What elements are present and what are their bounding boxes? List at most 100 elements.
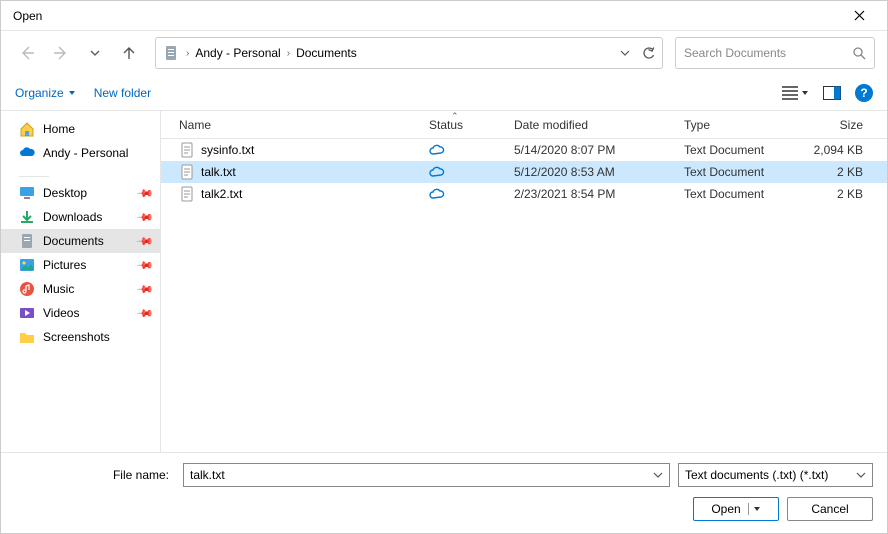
list-view-icon	[782, 86, 798, 100]
sidebar-item-home[interactable]: Home	[1, 117, 160, 141]
sidebar-item-label: Andy - Personal	[43, 146, 128, 160]
refresh-button[interactable]	[642, 46, 656, 60]
pin-icon: 📌	[136, 280, 155, 299]
file-name: sysinfo.txt	[201, 143, 254, 157]
file-date: 5/12/2020 8:53 AM	[506, 165, 676, 179]
titlebar: Open	[1, 1, 887, 31]
file-status	[421, 187, 506, 201]
sidebar-item-andy---personal[interactable]: Andy - Personal	[1, 141, 160, 165]
sidebar-item-documents[interactable]: Documents 📌	[1, 229, 160, 253]
new-folder-label: New folder	[94, 86, 151, 100]
file-size: 2 KB	[801, 187, 871, 201]
filename-combo[interactable]	[183, 463, 670, 487]
refresh-icon	[642, 46, 656, 60]
sidebar: HomeAndy - Personal Desktop📌Downloads📌Do…	[1, 111, 161, 452]
file-size: 2 KB	[801, 165, 871, 179]
address-bar[interactable]: › Andy - Personal › Documents	[155, 37, 663, 69]
file-size: 2,094 KB	[801, 143, 871, 157]
new-folder-button[interactable]: New folder	[94, 86, 151, 100]
close-icon	[854, 10, 865, 21]
arrow-up-icon	[121, 45, 137, 61]
back-button[interactable]	[13, 39, 41, 67]
column-type[interactable]: Type	[676, 118, 801, 132]
organize-menu[interactable]: Organize	[15, 86, 76, 100]
chevron-down-icon	[801, 89, 809, 97]
address-dropdown[interactable]	[620, 48, 630, 58]
column-size[interactable]: Size	[801, 118, 871, 132]
arrow-right-icon	[53, 45, 69, 61]
file-pane: Name ⌃ Status Date modified Type Size sy…	[161, 111, 887, 452]
sidebar-item-label: Pictures	[43, 258, 86, 272]
chevron-right-icon: ›	[287, 48, 290, 59]
sidebar-item-desktop[interactable]: Desktop 📌	[1, 181, 160, 205]
file-row[interactable]: sysinfo.txt 5/14/2020 8:07 PMText Documen…	[161, 139, 887, 161]
preview-pane-button[interactable]	[823, 86, 841, 100]
pin-icon: 📌	[136, 256, 155, 275]
forward-button[interactable]	[47, 39, 75, 67]
cancel-button-label: Cancel	[811, 502, 848, 516]
open-button[interactable]: Open	[693, 497, 779, 521]
file-row[interactable]: talk2.txt 2/23/2021 8:54 PMText Document2…	[161, 183, 887, 205]
file-status	[421, 143, 506, 157]
open-button-label: Open	[711, 502, 740, 516]
file-status	[421, 165, 506, 179]
help-button[interactable]: ?	[855, 84, 873, 102]
pin-icon: 📌	[136, 232, 155, 251]
breadcrumb-item[interactable]: Andy - Personal	[195, 46, 280, 60]
sidebar-item-label: Documents	[43, 234, 104, 248]
sidebar-item-downloads[interactable]: Downloads 📌	[1, 205, 160, 229]
file-list: sysinfo.txt5/14/2020 8:07 PMText Documen…	[161, 139, 887, 452]
main-area: HomeAndy - Personal Desktop📌Downloads📌Do…	[1, 111, 887, 452]
view-menu[interactable]	[782, 86, 809, 100]
sidebar-item-label: Downloads	[43, 210, 102, 224]
chevron-down-icon	[90, 48, 100, 58]
sidebar-item-label: Desktop	[43, 186, 87, 200]
pin-icon: 📌	[136, 184, 155, 203]
column-name[interactable]: Name	[171, 118, 421, 132]
filename-input[interactable]	[190, 468, 653, 482]
organize-label: Organize	[15, 86, 64, 100]
file-date: 2/23/2021 8:54 PM	[506, 187, 676, 201]
bottom-panel: File name: Text documents (.txt) (*.txt)…	[1, 452, 887, 533]
sidebar-item-label: Videos	[43, 306, 79, 320]
file-type-filter[interactable]: Text documents (.txt) (*.txt)	[678, 463, 873, 487]
breadcrumb-item[interactable]: Documents	[296, 46, 357, 60]
sidebar-item-pictures[interactable]: Pictures 📌	[1, 253, 160, 277]
file-row[interactable]: talk.txt5/12/2020 8:53 AMText Document2 …	[161, 161, 887, 183]
home-icon	[19, 121, 35, 137]
up-button[interactable]	[115, 39, 143, 67]
close-button[interactable]	[839, 2, 879, 30]
sidebar-item-music[interactable]: Music📌	[1, 277, 160, 301]
search-box[interactable]	[675, 37, 875, 69]
text-file-icon	[179, 186, 195, 202]
file-type: Text Document	[676, 187, 801, 201]
cloud-icon	[429, 143, 445, 157]
documents-icon	[19, 233, 35, 249]
pin-icon: 📌	[136, 304, 155, 323]
sidebar-item-label: Home	[43, 122, 75, 136]
preview-pane-icon	[823, 86, 841, 100]
filter-label: Text documents (.txt) (*.txt)	[685, 468, 828, 482]
file-name: talk.txt	[201, 165, 236, 179]
search-input[interactable]	[684, 46, 852, 60]
cancel-button[interactable]: Cancel	[787, 497, 873, 521]
text-file-icon	[179, 164, 195, 180]
sidebar-item-screenshots[interactable]: Screenshots	[1, 325, 160, 349]
filename-label: File name:	[15, 468, 175, 482]
arrow-left-icon	[19, 45, 35, 61]
column-date[interactable]: Date modified	[506, 118, 676, 132]
file-type: Text Document	[676, 143, 801, 157]
sort-indicator-icon: ⌃	[451, 111, 459, 122]
cloud-icon	[429, 187, 445, 201]
pin-icon: 📌	[136, 208, 155, 227]
recent-dropdown[interactable]	[81, 39, 109, 67]
music-icon	[19, 281, 35, 297]
onedrive-icon	[19, 145, 35, 161]
sidebar-item-videos[interactable]: Videos 📌	[1, 301, 160, 325]
file-date: 5/14/2020 8:07 PM	[506, 143, 676, 157]
cloud-icon	[429, 165, 445, 179]
videos-icon	[19, 305, 35, 321]
column-status[interactable]: Status	[421, 118, 506, 132]
file-name: talk2.txt	[201, 187, 242, 201]
window-title: Open	[9, 9, 839, 23]
